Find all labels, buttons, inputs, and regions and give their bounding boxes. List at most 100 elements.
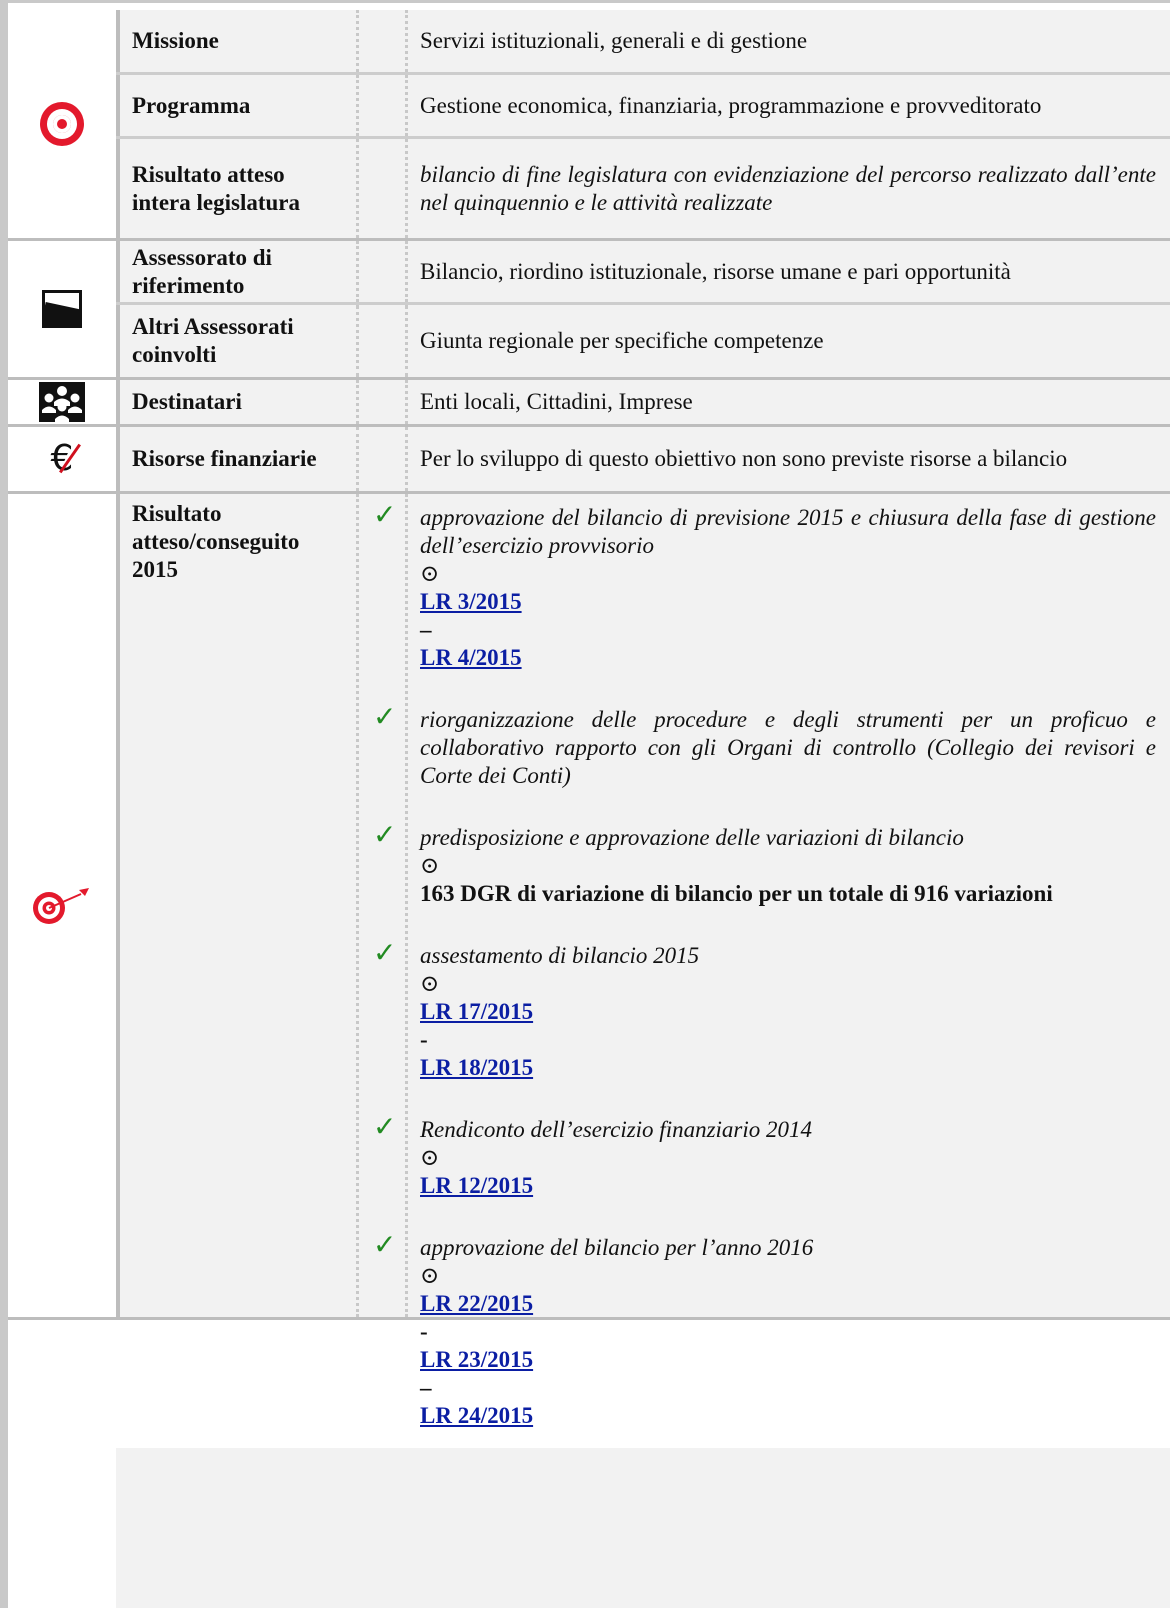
result-bullet: ⊙ xyxy=(420,1145,440,1170)
group-results-rows: Risultato atteso/conseguito 2015 ✓✓✓✓✓✓✓… xyxy=(116,494,1170,1608)
crossed-euro-icon: € xyxy=(51,441,81,477)
result-text: predisposizione e approvazione delle var… xyxy=(420,825,964,850)
group-risorse: € Risorse finanziarie Per lo sviluppo di… xyxy=(8,427,1170,494)
check-col xyxy=(356,427,408,491)
group-mission-icon-cell xyxy=(8,10,116,238)
group-risorse-rows: Risorse finanziarie Per lo sviluppo di q… xyxy=(116,427,1170,491)
label-results: Risultato atteso/conseguito 2015 xyxy=(116,494,356,1317)
ref-separator: - xyxy=(420,1027,428,1052)
value-risorse-text: Per lo sviluppo di questo obiettivo non … xyxy=(420,446,1068,471)
group-results-icon-cell xyxy=(8,494,116,1317)
target-icon xyxy=(40,102,84,146)
group-results: Risultato atteso/conseguito 2015 ✓✓✓✓✓✓✓… xyxy=(8,494,1170,1608)
results-list: approvazione del bilancio di previsione … xyxy=(408,494,1170,1608)
result-text: Rendiconto dell’esercizio finanziario 20… xyxy=(420,1117,813,1142)
check-icon: ✓ xyxy=(373,818,397,851)
label-risorse: Risorse finanziarie xyxy=(116,427,356,491)
value-risorse: Per lo sviluppo di questo obiettivo non … xyxy=(408,427,1170,491)
row-missione: Missione Servizi istituzionali, generali… xyxy=(116,10,1170,75)
result-bullet: ⊙ xyxy=(420,853,440,878)
result-text: approvazione del bilancio per l’anno 201… xyxy=(420,1235,814,1260)
value-risultato-legislatura: bilancio di fine legislatura con evidenz… xyxy=(408,139,1170,238)
result-refs: ⊙ LR 22/2015 - LR 23/2015 – LR 24/2015 xyxy=(420,1262,1156,1430)
law-reference-link[interactable]: LR 22/2015 xyxy=(420,1291,533,1316)
row-altri-assessorati: Altri Assessorati coinvolti Giunta regio… xyxy=(116,305,1170,377)
result-refs: ⊙ LR 3/2015 – LR 4/2015 xyxy=(420,560,1156,672)
group-risorse-icon-cell: € xyxy=(8,427,116,491)
row-risorse: Risorse finanziarie Per lo sviluppo di q… xyxy=(116,427,1170,491)
value-assessorato-text: Bilancio, riordino istituzionale, risors… xyxy=(420,258,1011,284)
crossed-euro-slash xyxy=(58,443,81,474)
outer-frame-left xyxy=(0,0,8,1608)
group-mission-rows: Missione Servizi istituzionali, generali… xyxy=(116,10,1170,238)
group-destinatari: Destinatari Enti locali, Cittadini, Impr… xyxy=(8,380,1170,427)
label-risultato-legislatura: Risultato atteso intera legislatura xyxy=(116,139,356,238)
result-item: approvazione del bilancio per l’anno 201… xyxy=(420,1234,1156,1430)
value-programma-text: Gestione economica, finanziaria, program… xyxy=(420,92,1042,118)
label-destinatari: Destinatari xyxy=(116,380,356,424)
group-destinatari-rows: Destinatari Enti locali, Cittadini, Impr… xyxy=(116,380,1170,424)
check-icon: ✓ xyxy=(373,1110,397,1143)
row-results: Risultato atteso/conseguito 2015 ✓✓✓✓✓✓✓… xyxy=(116,494,1170,1608)
label-programma: Programma xyxy=(116,75,356,136)
law-reference-link[interactable]: LR 3/2015 xyxy=(420,589,522,614)
check-icon: ✓ xyxy=(373,498,397,531)
value-destinatari-text: Enti locali, Cittadini, Imprese xyxy=(420,389,693,414)
value-risultato-legislatura-text: bilancio di fine legislatura con evidenz… xyxy=(420,161,1156,215)
bottom-empty-pane xyxy=(116,1448,1170,1608)
result-item: approvazione del bilancio di previsione … xyxy=(420,504,1156,672)
row-risultato-legislatura: Risultato atteso intera legislatura bila… xyxy=(116,139,1170,238)
value-altri-assessorati: Giunta regionale per specifiche competen… xyxy=(408,305,1170,377)
law-reference-link[interactable]: LR 12/2015 xyxy=(420,1173,533,1198)
objective-table: Missione Servizi istituzionali, generali… xyxy=(8,10,1170,1608)
check-col xyxy=(356,75,408,136)
result-bullet: ⊙ xyxy=(420,971,440,996)
value-assessorato: Bilancio, riordino istituzionale, risors… xyxy=(408,241,1170,302)
value-missione-text: Servizi istituzionali, generali e di ges… xyxy=(420,28,808,53)
result-item: assestamento di bilancio 2015 ⊙ LR 17/2015… xyxy=(420,942,1156,1082)
law-reference-link[interactable]: LR 17/2015 xyxy=(420,999,533,1024)
group-mission: Missione Servizi istituzionali, generali… xyxy=(8,10,1170,241)
result-text: assestamento di bilancio 2015 xyxy=(420,943,700,968)
result-text: approvazione del bilancio di previsione … xyxy=(420,505,1156,558)
law-reference-link[interactable]: LR 4/2015 xyxy=(420,645,522,670)
check-col xyxy=(356,305,408,377)
check-col-results: ✓✓✓✓✓✓✓✓ xyxy=(356,494,408,1581)
check-col xyxy=(356,10,408,72)
result-text: riorganizzazione delle procedure e degli… xyxy=(420,707,1156,788)
dart-target-icon xyxy=(33,887,89,924)
label-assessorato: Assessorato di riferimento xyxy=(116,241,356,302)
result-note: ⊙ 163 DGR di variazione di bilancio per u… xyxy=(420,852,1156,908)
check-col xyxy=(356,139,408,238)
people-group-icon xyxy=(39,382,85,422)
ref-separator: – xyxy=(420,617,432,642)
result-refs: ⊙ LR 12/2015 xyxy=(420,1144,1156,1200)
label-missione: Missione xyxy=(116,10,356,72)
result-bullet: ⊙ xyxy=(420,1263,440,1288)
law-reference-link[interactable]: LR 24/2015 xyxy=(420,1403,533,1428)
outer-frame-top xyxy=(0,0,1170,3)
result-bullet: ⊙ xyxy=(420,561,440,586)
result-note-text: 163 DGR di variazione di bilancio per un… xyxy=(420,881,1053,906)
value-programma: Gestione economica, finanziaria, program… xyxy=(408,75,1170,136)
check-col xyxy=(356,241,408,302)
ref-separator: - xyxy=(420,1319,428,1344)
check-icon: ✓ xyxy=(373,936,397,969)
result-refs: ⊙ LR 17/2015 - LR 18/2015 xyxy=(420,970,1156,1082)
group-assessorato-icon-cell xyxy=(8,241,116,377)
law-reference-link[interactable]: LR 18/2015 xyxy=(420,1055,533,1080)
check-icon: ✓ xyxy=(373,700,397,733)
value-destinatari: Enti locali, Cittadini, Imprese xyxy=(408,380,1170,424)
group-assessorato-rows: Assessorato di riferimento Bilancio, rio… xyxy=(116,241,1170,377)
value-missione: Servizi istituzionali, generali e di ges… xyxy=(408,10,1170,72)
group-destinatari-icon-cell xyxy=(8,380,116,424)
result-item: riorganizzazione delle procedure e degli… xyxy=(420,706,1156,790)
row-assessorato: Assessorato di riferimento Bilancio, rio… xyxy=(116,241,1170,305)
regional-flag-icon xyxy=(42,290,82,328)
result-item: Rendiconto dell’esercizio finanziario 20… xyxy=(420,1116,1156,1200)
law-reference-link[interactable]: LR 23/2015 xyxy=(420,1347,533,1372)
result-item: predisposizione e approvazione delle var… xyxy=(420,824,1156,908)
row-programma: Programma Gestione economica, finanziari… xyxy=(116,75,1170,139)
value-altri-assessorati-text: Giunta regionale per specifiche competen… xyxy=(420,328,824,353)
ref-separator: – xyxy=(420,1375,432,1400)
